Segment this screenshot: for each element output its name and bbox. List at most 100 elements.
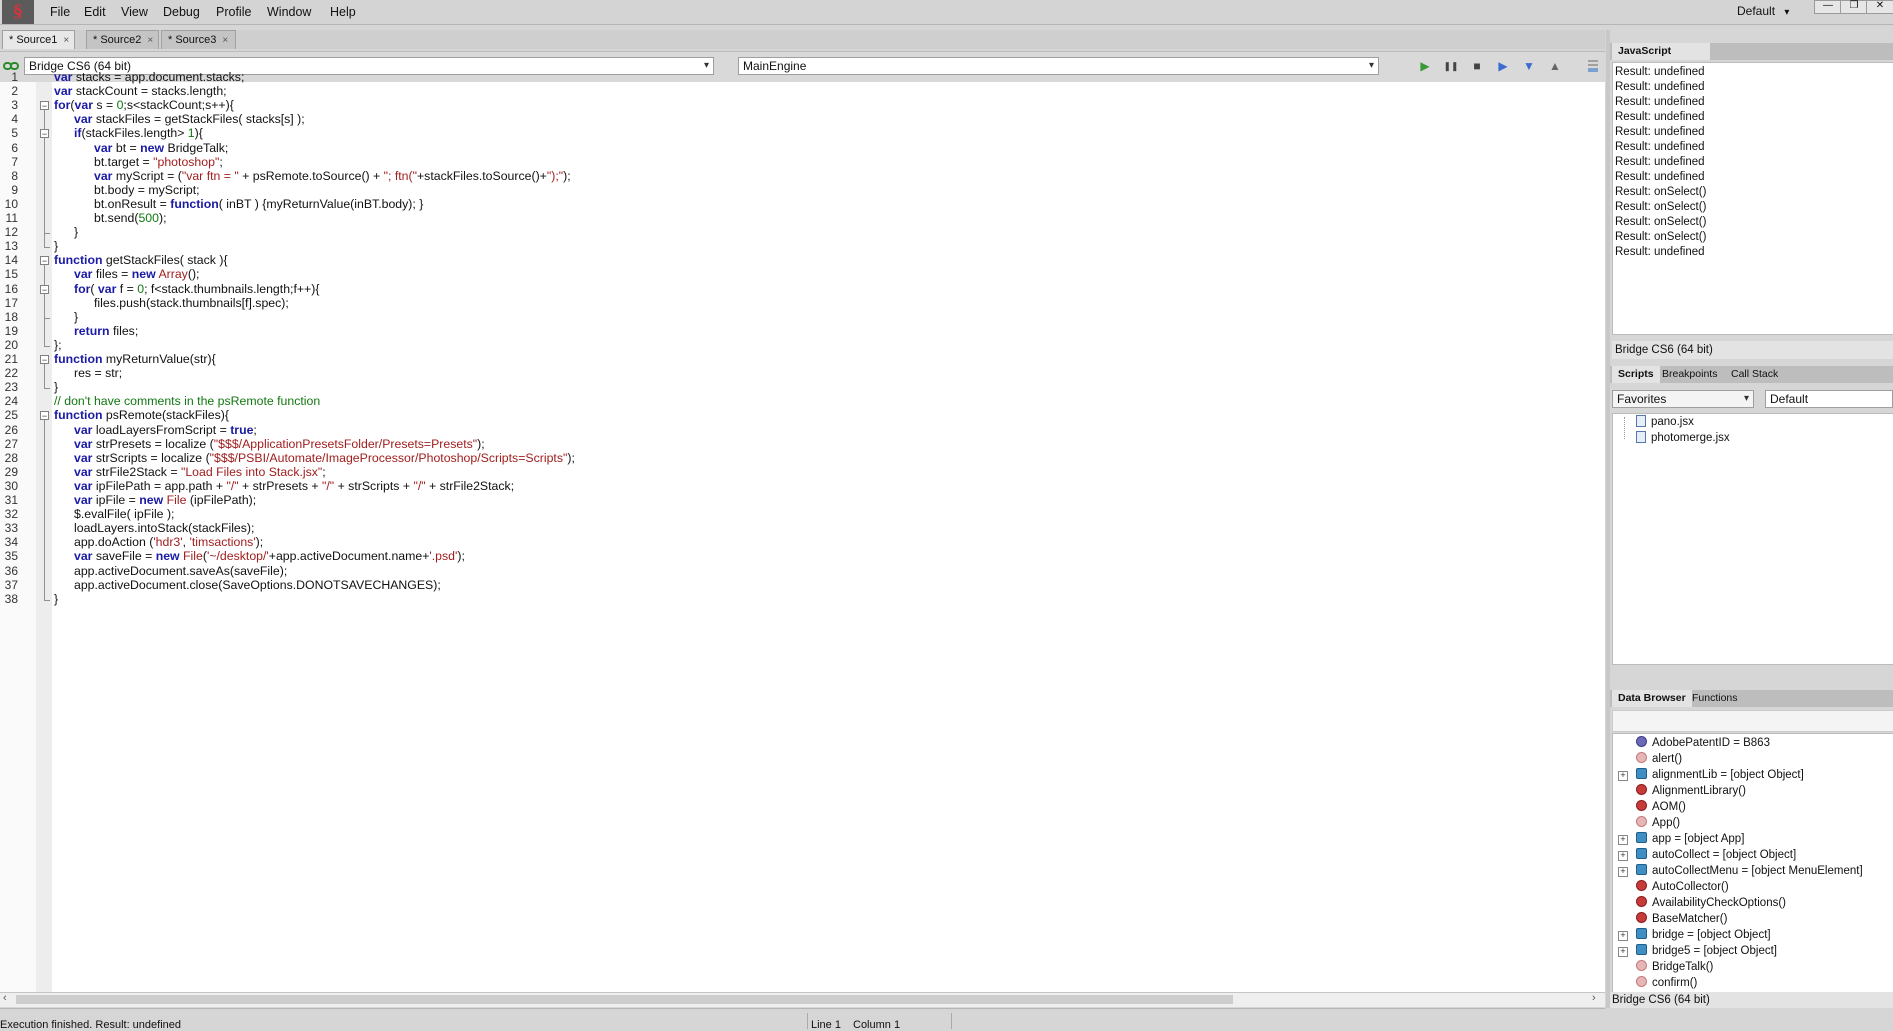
tab-javascript-console[interactable]: JavaScript Console xyxy=(1612,43,1710,74)
script-file-item[interactable]: photomerge.jsx xyxy=(1636,431,1730,444)
data-browser-item[interactable]: BridgeTalk() xyxy=(1636,960,1713,973)
code-line[interactable]: var strFile2Stack = "Load Files into Sta… xyxy=(74,465,326,479)
code-line[interactable]: var stackFiles = getStackFiles( stacks[s… xyxy=(74,112,305,126)
close-tab-icon[interactable]: × xyxy=(147,35,153,46)
expand-icon[interactable]: + xyxy=(1618,867,1628,877)
menu-file[interactable]: File xyxy=(44,3,76,21)
scroll-left-icon[interactable]: ‹ xyxy=(3,992,7,1004)
data-browser-item[interactable]: alert() xyxy=(1636,752,1682,765)
data-browser-filter[interactable] xyxy=(1612,710,1893,732)
panel-splitter[interactable] xyxy=(1606,30,1610,1008)
code-line[interactable]: var strScripts = localize ("$$$/PSBI/Aut… xyxy=(74,451,575,465)
tab-functions[interactable]: Functions xyxy=(1686,690,1744,707)
code-line[interactable]: var ipFile = new File (ipFilePath); xyxy=(74,493,256,507)
expand-icon[interactable]: + xyxy=(1618,771,1628,781)
close-tab-icon[interactable]: × xyxy=(222,35,228,46)
fold-toggle-icon[interactable]: − xyxy=(40,411,49,421)
menu-help[interactable]: Help xyxy=(324,3,362,21)
expand-icon[interactable]: + xyxy=(1618,931,1628,941)
scope-select[interactable]: Default xyxy=(1765,390,1893,408)
data-browser-item[interactable]: bridge5 = [object Object] xyxy=(1636,944,1777,957)
code-line[interactable]: function myReturnValue(str){ xyxy=(54,352,216,366)
script-file-item[interactable]: pano.jsx xyxy=(1636,415,1694,428)
code-line[interactable]: var myScript = ("var ftn = " + psRemote.… xyxy=(94,169,571,183)
code-line[interactable]: var loadLayersFromScript = true; xyxy=(74,423,257,437)
tab-source1[interactable]: * Source1 × xyxy=(2,30,75,49)
code-line[interactable]: var bt = new BridgeTalk; xyxy=(94,141,228,155)
code-line[interactable]: var strPresets = localize ("$$$/Applicat… xyxy=(74,437,485,451)
data-browser-item[interactable]: AlignmentLibrary() xyxy=(1636,784,1746,797)
data-browser-item[interactable]: autoCollectMenu = [object MenuElement] xyxy=(1636,864,1863,877)
step-over-icon[interactable]: ▶ xyxy=(1495,59,1511,73)
code-line[interactable]: app.activeDocument.saveAs(saveFile); xyxy=(74,564,287,578)
code-line[interactable]: if(stackFiles.length> 1){ xyxy=(74,126,203,140)
close-window-button[interactable]: ✕ xyxy=(1866,0,1893,14)
scripts-list[interactable] xyxy=(1612,413,1893,665)
tab-call-stack[interactable]: Call Stack xyxy=(1725,366,1784,383)
code-line[interactable]: files.push(stack.thumbnails[f].spec); xyxy=(94,296,289,310)
tab-source3[interactable]: * Source3 × xyxy=(161,30,236,49)
minimize-button[interactable]: — xyxy=(1814,0,1842,14)
data-browser-item[interactable]: bridge = [object Object] xyxy=(1636,928,1771,941)
app-logo-icon[interactable]: § xyxy=(2,0,34,24)
code-line[interactable]: var stacks = app.document.stacks; xyxy=(54,70,244,84)
code-line[interactable]: var files = new Array(); xyxy=(74,267,199,281)
fold-toggle-icon[interactable]: − xyxy=(40,284,49,294)
fold-toggle-icon[interactable]: − xyxy=(40,101,49,111)
code-line[interactable]: res = str; xyxy=(74,366,122,380)
code-line[interactable]: } xyxy=(74,225,78,239)
expand-icon[interactable]: + xyxy=(1618,851,1628,861)
code-line[interactable]: return files; xyxy=(74,324,138,338)
tab-data-browser[interactable]: Data Browser xyxy=(1612,690,1692,707)
expand-icon[interactable]: + xyxy=(1618,947,1628,957)
favorites-select[interactable]: Favorites ▾ xyxy=(1612,390,1754,408)
code-line[interactable]: function psRemote(stackFiles){ xyxy=(54,408,229,422)
code-line[interactable]: loadLayers.intoStack(stackFiles); xyxy=(74,521,254,535)
run-icon[interactable]: ▶ xyxy=(1417,59,1433,73)
code-line[interactable]: app.doAction ('hdr3', 'timsactions'); xyxy=(74,535,263,549)
workspace-select[interactable]: Default ▾ xyxy=(1737,2,1802,20)
code-line[interactable]: } xyxy=(54,380,58,394)
fold-toggle-icon[interactable]: − xyxy=(40,355,49,365)
data-browser-item[interactable]: App() xyxy=(1636,816,1680,829)
restore-button[interactable]: ❐ xyxy=(1840,0,1868,14)
code-line[interactable]: }; xyxy=(54,338,62,352)
data-browser-item[interactable]: AutoCollector() xyxy=(1636,880,1729,893)
code-editor[interactable] xyxy=(52,82,1605,992)
code-line[interactable]: // don't have comments in the psRemote f… xyxy=(54,394,320,408)
engine-select[interactable]: MainEngine ▾ xyxy=(738,57,1379,75)
menu-view[interactable]: View xyxy=(115,3,154,21)
step-out-icon[interactable]: ▲ xyxy=(1547,59,1563,73)
code-line[interactable]: app.activeDocument.close(SaveOptions.DON… xyxy=(74,578,441,592)
data-browser-item[interactable]: alignmentLib = [object Object] xyxy=(1636,768,1804,781)
panel-menu-icon[interactable] xyxy=(1586,56,1600,74)
tab-scripts[interactable]: Scripts xyxy=(1612,366,1660,383)
code-line[interactable]: } xyxy=(54,239,58,253)
close-tab-icon[interactable]: × xyxy=(63,35,69,46)
data-browser-item[interactable]: autoCollect = [object Object] xyxy=(1636,848,1796,861)
menu-edit[interactable]: Edit xyxy=(78,3,112,21)
code-line[interactable]: bt.onResult = function( inBT ) {myReturn… xyxy=(94,197,423,211)
menu-window[interactable]: Window xyxy=(261,3,317,21)
code-line[interactable]: } xyxy=(74,310,78,324)
menu-debug[interactable]: Debug xyxy=(157,3,206,21)
code-line[interactable]: for( var f = 0; f<stack.thumbnails.lengt… xyxy=(74,282,319,296)
data-browser-item[interactable]: app = [object App] xyxy=(1636,832,1744,845)
expand-icon[interactable]: + xyxy=(1618,835,1628,845)
data-browser-item[interactable]: confirm() xyxy=(1636,976,1697,989)
code-line[interactable]: var saveFile = new File('~/desktop/'+app… xyxy=(74,549,465,563)
code-line[interactable]: var stackCount = stacks.length; xyxy=(54,84,227,98)
data-browser-item[interactable]: BaseMatcher() xyxy=(1636,912,1727,925)
menu-profile[interactable]: Profile xyxy=(210,3,257,21)
data-browser-item[interactable]: AdobePatentID = B863 xyxy=(1636,736,1770,749)
code-line[interactable]: var ipFilePath = app.path + "/" + strPre… xyxy=(74,479,514,493)
step-into-icon[interactable]: ▼ xyxy=(1521,59,1537,73)
tab-source2[interactable]: * Source2 × xyxy=(86,30,159,49)
stop-icon[interactable]: ■ xyxy=(1469,59,1485,73)
tab-breakpoints[interactable]: Breakpoints xyxy=(1656,366,1723,383)
fold-toggle-icon[interactable]: − xyxy=(40,129,49,139)
data-browser-item[interactable]: AOM() xyxy=(1636,800,1686,813)
code-line[interactable]: for(var s = 0;s<stackCount;s++){ xyxy=(54,98,234,112)
code-line[interactable]: $.evalFile( ipFile ); xyxy=(74,507,174,521)
fold-toggle-icon[interactable]: − xyxy=(40,256,49,266)
